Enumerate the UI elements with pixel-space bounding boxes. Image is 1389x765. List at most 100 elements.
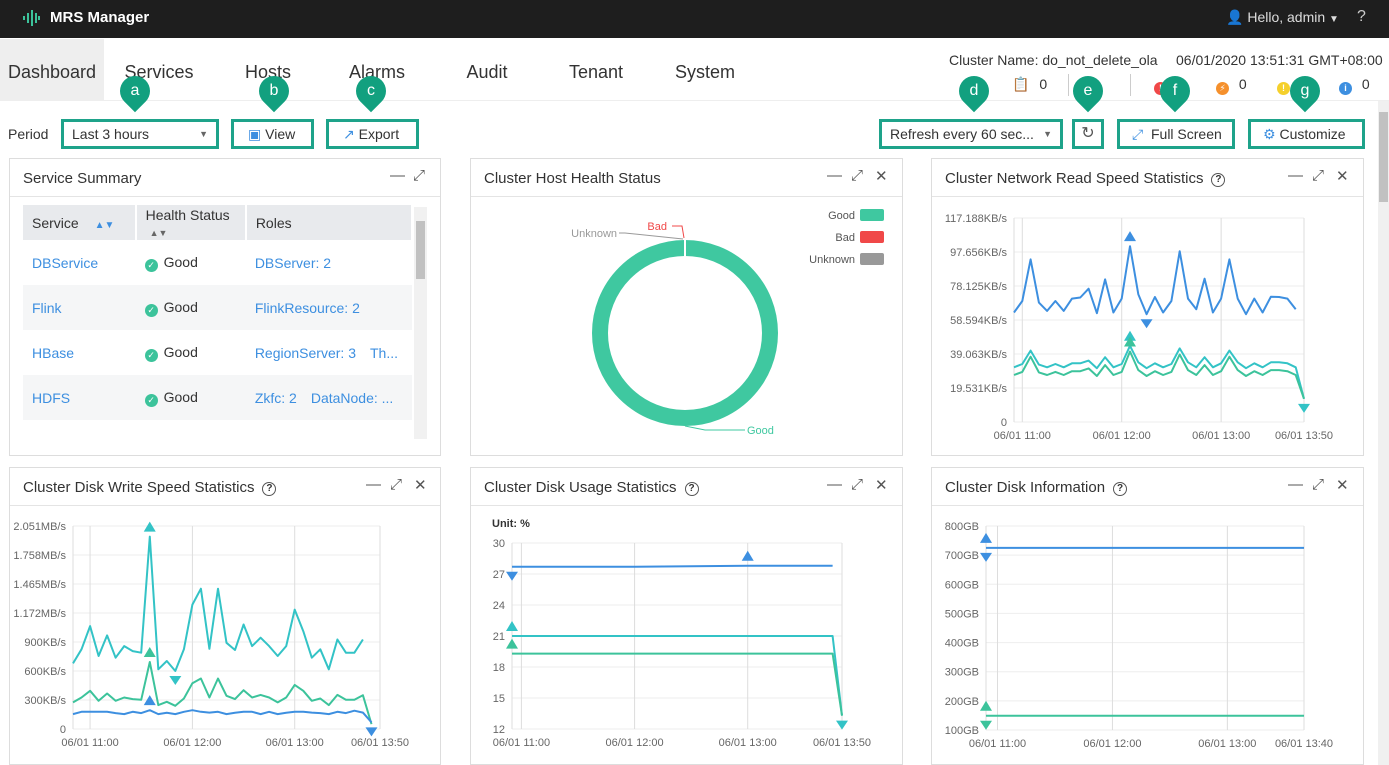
series-line-0 xyxy=(1013,245,1297,316)
x-tick-label: 06/01 13:00 xyxy=(719,737,777,749)
sort-icon[interactable]: ▲▼ xyxy=(95,220,115,231)
tab-dashboard[interactable]: Dashboard xyxy=(0,39,104,101)
close-icon[interactable]: ✕ xyxy=(1336,476,1349,494)
full-screen-button[interactable]: ⤢ Full Screen xyxy=(1117,119,1235,149)
label-line-bad xyxy=(672,225,685,239)
y-tick-label: 1.465MB/s xyxy=(13,579,66,591)
y-tick-label: 12 xyxy=(493,724,505,736)
service-link[interactable]: HDFS xyxy=(32,390,70,406)
refresh-interval-select[interactable]: Refresh every 60 sec... ▼ xyxy=(879,119,1063,149)
export-icon: ↗ xyxy=(343,126,355,142)
role-link[interactable]: FlinkResource: 2 xyxy=(255,300,360,316)
customize-button[interactable]: ⚙ Customize xyxy=(1248,119,1365,149)
max-marker xyxy=(143,647,156,658)
role-link[interactable]: RegionServer: 3 xyxy=(255,345,356,361)
pin-letter: g xyxy=(1300,82,1310,99)
pie-label-good: Good xyxy=(747,425,774,437)
period-select[interactable]: Last 3 hours ▼ xyxy=(61,119,219,149)
y-tick-label: 800GB xyxy=(945,521,979,533)
column-service[interactable]: Service ▲▼ xyxy=(23,205,137,240)
refresh-button[interactable]: ↻ xyxy=(1072,119,1104,149)
minimize-icon[interactable]: — xyxy=(827,167,842,184)
gear-icon: ⚙ xyxy=(1263,126,1276,142)
service-link[interactable]: DBService xyxy=(32,255,98,271)
pie-label-unknown: Unknown xyxy=(571,228,617,240)
disk-usage-chart: Unit: % 12 15 18 21 24 27 30 06/01 11:00 06/01 12… xyxy=(492,518,871,749)
y-tick-label: 1.758MB/s xyxy=(13,550,66,562)
y-tick-label: 15 xyxy=(493,693,505,705)
x-tick-label: 06/01 13:00 xyxy=(266,737,324,749)
legend-swatch-unknown xyxy=(860,253,884,265)
minimize-icon[interactable]: — xyxy=(366,476,381,493)
disk-write-chart: 0 300KB/s 600KB/s 900KB/s 1.172MB/s 1.465MB/s… xyxy=(13,521,409,749)
legend-swatch-good xyxy=(860,209,884,221)
pin-letter: b xyxy=(269,82,279,99)
caret-down-icon: ▼ xyxy=(1329,14,1339,25)
table-scrollbar[interactable] xyxy=(414,207,427,439)
export-label: Export xyxy=(358,126,400,142)
table-row: HDFS ✓ Good Zkfc: 2 DataNode: ... xyxy=(23,375,412,420)
check-circle-icon: ✓ xyxy=(144,258,158,272)
health-status: Good xyxy=(163,343,198,360)
pie-slice-good xyxy=(592,240,778,426)
annotation-pin-a: a xyxy=(113,69,157,113)
y-tick-label: 600KB/s xyxy=(24,666,66,678)
role-link[interactable]: DBServer: 2 xyxy=(255,255,331,271)
expand-icon[interactable]: ⤢ xyxy=(390,476,402,493)
scrollbar-thumb[interactable] xyxy=(416,221,425,279)
tab-tenant[interactable]: Tenant xyxy=(556,39,636,101)
column-health-status[interactable]: Health Status ▲▼ xyxy=(135,205,247,240)
series-line-0 xyxy=(72,535,364,672)
minor-alarms[interactable]: ! xyxy=(1277,76,1290,95)
minimize-icon[interactable]: — xyxy=(390,167,405,184)
y-tick-label: 30 xyxy=(493,538,505,550)
caret-down-icon: ▼ xyxy=(199,129,208,139)
close-icon[interactable]: ✕ xyxy=(875,167,888,185)
user-menu[interactable]: 👤 Hello, admin ▼ xyxy=(1226,9,1339,26)
tasks-status[interactable]: 📋 0 xyxy=(1012,76,1047,93)
y-tick-label: 0 xyxy=(60,724,66,736)
y-tick-label: 39.063KB/s xyxy=(950,349,1007,361)
major-alarms[interactable]: ⚡ 0 xyxy=(1216,76,1247,95)
service-link[interactable]: HBase xyxy=(32,345,74,361)
role-link[interactable]: DataNode: ... xyxy=(311,390,394,406)
expand-icon[interactable]: ⤢ xyxy=(851,476,863,493)
sort-icon[interactable]: ▲▼ xyxy=(150,228,168,238)
expand-icon: ⤢ xyxy=(1132,126,1144,142)
minimize-icon[interactable]: — xyxy=(827,476,842,493)
expand-icon[interactable]: ⤢ xyxy=(413,167,425,184)
app-title: MRS Manager xyxy=(50,9,150,26)
close-icon[interactable]: ✕ xyxy=(1336,167,1349,185)
role-link[interactable]: Zkfc: 2 xyxy=(255,390,297,406)
x-tick-label: 06/01 12:00 xyxy=(606,737,664,749)
tab-audit[interactable]: Audit xyxy=(447,39,527,101)
y-tick-label: 600GB xyxy=(945,579,979,591)
y-tick-label: 200GB xyxy=(945,696,979,708)
export-button[interactable]: ↗ Export xyxy=(326,119,419,149)
y-tick-label: 500GB xyxy=(945,608,979,620)
series-line-1 xyxy=(512,635,843,716)
help-icon[interactable]: ? xyxy=(1357,8,1366,26)
tab-system[interactable]: System xyxy=(665,39,745,101)
help-icon[interactable]: ? xyxy=(1113,482,1128,496)
info-alarms[interactable]: i 0 xyxy=(1339,76,1370,95)
minimize-icon[interactable]: — xyxy=(1288,476,1303,493)
close-icon[interactable]: ✕ xyxy=(414,476,427,494)
min-marker xyxy=(169,676,182,685)
title-text: Cluster Disk Information xyxy=(945,479,1106,496)
page-scrollbar-thumb[interactable] xyxy=(1379,112,1388,202)
y-tick-label: 58.594KB/s xyxy=(950,315,1007,327)
expand-icon[interactable]: ⤢ xyxy=(1312,476,1324,493)
close-icon[interactable]: ✕ xyxy=(875,476,888,494)
help-icon[interactable]: ? xyxy=(684,482,699,496)
service-link[interactable]: Flink xyxy=(32,300,62,316)
period-value: Last 3 hours xyxy=(72,126,150,142)
role-link[interactable]: Th... xyxy=(370,345,398,361)
help-icon[interactable]: ? xyxy=(1211,173,1226,187)
expand-icon[interactable]: ⤢ xyxy=(1312,167,1324,184)
help-icon[interactable]: ? xyxy=(262,482,277,496)
view-button[interactable]: ▣ View xyxy=(231,119,314,149)
minimize-icon[interactable]: — xyxy=(1288,167,1303,184)
y-tick-label: 100GB xyxy=(945,725,979,737)
expand-icon[interactable]: ⤢ xyxy=(851,167,863,184)
